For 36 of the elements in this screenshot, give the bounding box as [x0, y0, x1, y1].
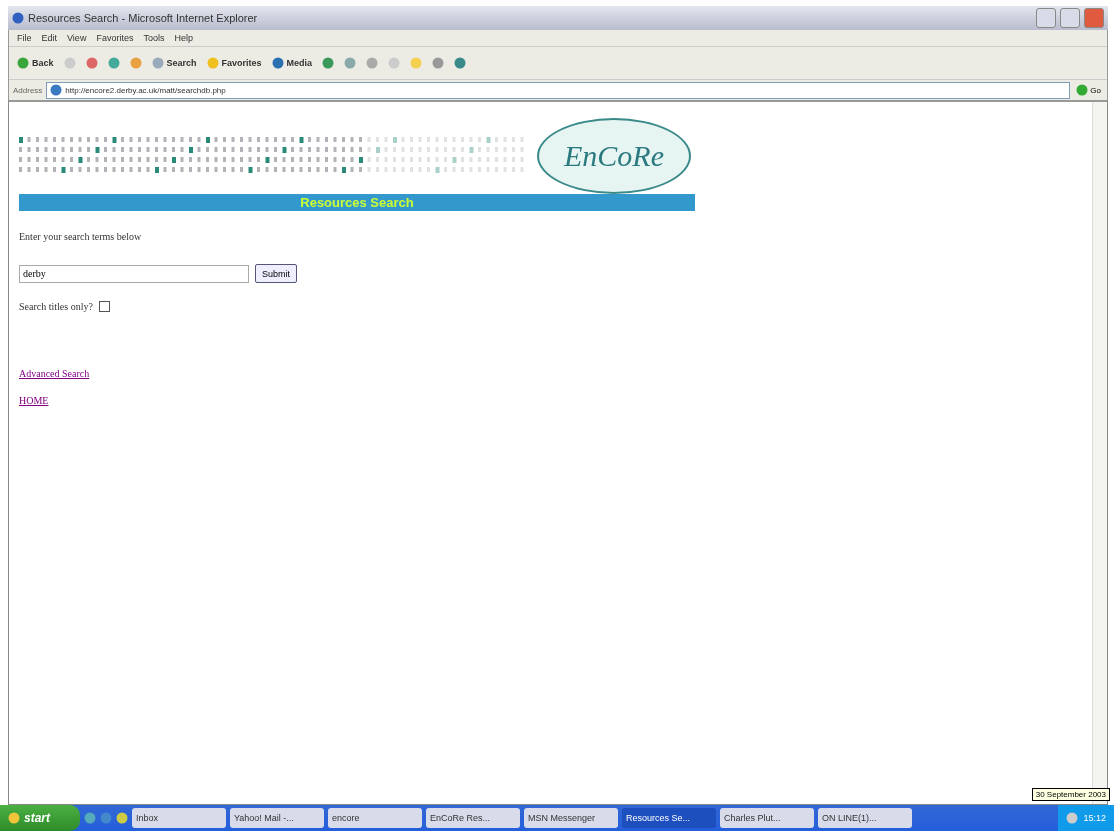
taskbar-button[interactable]: Yahoo! Mail -... [230, 808, 324, 828]
menu-item[interactable]: Edit [41, 33, 58, 43]
search-button[interactable]: Search [151, 57, 197, 69]
logo: EnCoRe [537, 118, 691, 194]
back-button[interactable]: Back [17, 57, 54, 69]
taskbar-button[interactable]: MSN Messenger [524, 808, 618, 828]
page-link[interactable]: Advanced Search [19, 368, 90, 379]
date-tooltip: 30 September 2003 [1031, 788, 1110, 801]
address-label: Address [13, 85, 43, 95]
taskbar-button[interactable]: Charles Plut... [720, 808, 814, 828]
page-link[interactable]: HOME [19, 395, 49, 406]
submit-button[interactable]: Submit [255, 264, 297, 283]
clock: 15:12 [1083, 813, 1106, 823]
taskbar-button[interactable]: EnCoRe Res... [426, 808, 520, 828]
menu-item[interactable]: Tools [143, 33, 165, 43]
checkbox-label: Search titles only? [19, 301, 93, 312]
favorites-button[interactable]: Favorites [206, 57, 262, 69]
go-button[interactable]: Go [1074, 84, 1103, 96]
menu-item[interactable]: View [67, 33, 87, 43]
taskbar-button[interactable]: Inbox [132, 808, 226, 828]
media-button[interactable]: Media [271, 57, 313, 69]
search-field[interactable]: derby [19, 264, 249, 283]
page-banner: Resources Search [19, 194, 695, 211]
menu-item[interactable]: Favorites [96, 33, 134, 43]
menu-item[interactable]: File [17, 33, 32, 43]
titles-only-checkbox[interactable] [98, 301, 110, 312]
maximize-button[interactable] [1060, 8, 1080, 28]
menu-item[interactable]: Help [174, 33, 193, 43]
taskbar-button[interactable]: Resources Se... [622, 808, 716, 828]
close-button[interactable] [1084, 8, 1104, 28]
minimize-button[interactable] [1036, 8, 1056, 28]
taskbar-button[interactable]: encore [328, 808, 422, 828]
window-title: Resources Search - Microsoft Internet Explorer [28, 12, 259, 24]
intro-text: Enter your search terms below [19, 231, 143, 242]
taskbar-button[interactable]: ON LINE(1)... [818, 808, 912, 828]
address-field[interactable]: http://encore2.derby.ac.uk/matt/searchdb.php [46, 81, 1071, 99]
